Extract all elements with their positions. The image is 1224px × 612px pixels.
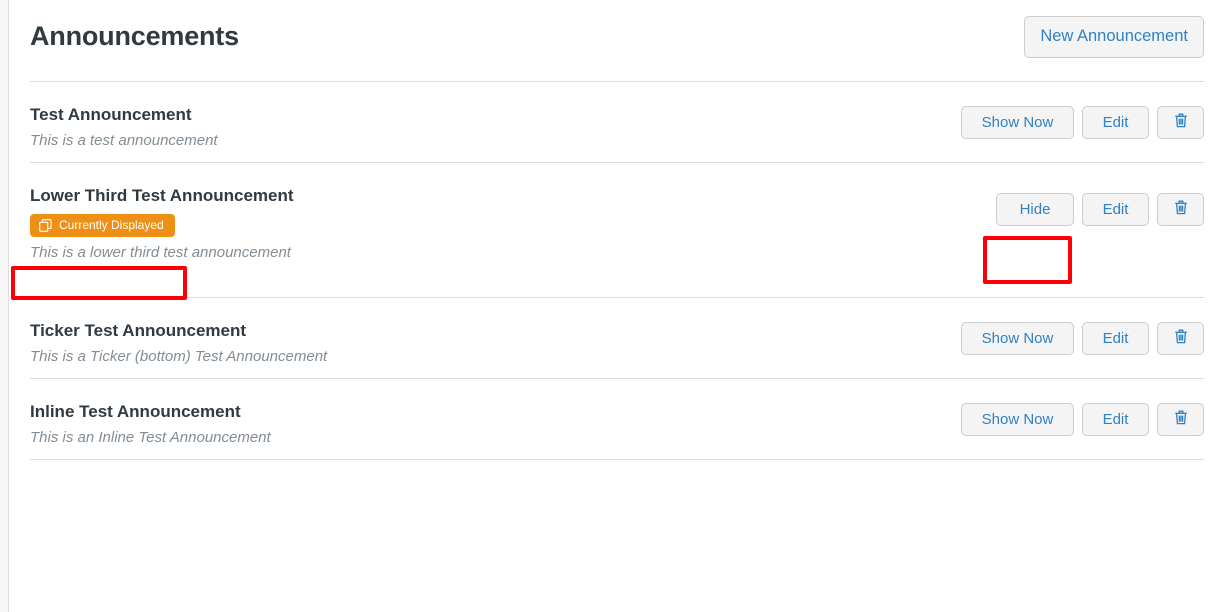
clone-icon xyxy=(39,218,52,232)
delete-button[interactable] xyxy=(1157,403,1204,436)
show-now-button[interactable]: Show Now xyxy=(961,322,1074,355)
delete-button[interactable] xyxy=(1157,193,1204,226)
announcement-actions: Hide Edit xyxy=(996,193,1204,226)
delete-button[interactable] xyxy=(1157,322,1204,355)
announcement-description: This is a Ticker (bottom) Test Announcem… xyxy=(30,347,328,365)
announcement-actions: Show Now Edit xyxy=(961,106,1204,139)
announcement-row: Inline Test Announcement This is an Inli… xyxy=(30,379,1204,460)
announcement-row: Test Announcement This is a test announc… xyxy=(30,82,1204,163)
status-badge: Currently Displayed xyxy=(30,213,175,237)
announcement-actions: Show Now Edit xyxy=(961,322,1204,355)
announcement-description: This is a test announcement xyxy=(30,131,218,149)
edit-button[interactable]: Edit xyxy=(1082,193,1149,226)
announcement-actions: Show Now Edit xyxy=(961,403,1204,436)
trash-icon xyxy=(1173,199,1189,221)
page-title: Announcements xyxy=(30,21,239,51)
new-announcement-button[interactable]: New Announcement xyxy=(1024,16,1204,58)
show-now-button[interactable]: Show Now xyxy=(961,403,1074,436)
edit-button[interactable]: Edit xyxy=(1082,403,1149,436)
page-header: Announcements New Announcement xyxy=(30,0,1204,82)
announcement-description: This is an Inline Test Announcement xyxy=(30,428,271,446)
announcement-info: Inline Test Announcement This is an Inli… xyxy=(30,379,271,446)
announcement-info: Lower Third Test Announcement Currently … xyxy=(30,163,294,261)
edit-button[interactable]: Edit xyxy=(1082,106,1149,139)
trash-icon xyxy=(1173,112,1189,134)
trash-icon xyxy=(1173,328,1189,350)
announcement-title: Test Announcement xyxy=(30,105,192,124)
status-badge-label: Currently Displayed xyxy=(59,218,164,233)
announcement-info: Test Announcement This is a test announc… xyxy=(30,82,218,149)
hide-button[interactable]: Hide xyxy=(996,193,1074,226)
delete-button[interactable] xyxy=(1157,106,1204,139)
announcement-row: Lower Third Test Announcement Currently … xyxy=(30,163,1204,298)
announcement-list: Test Announcement This is a test announc… xyxy=(30,82,1204,460)
edit-button[interactable]: Edit xyxy=(1082,322,1149,355)
announcement-title: Ticker Test Announcement xyxy=(30,321,247,340)
page-left-gutter xyxy=(0,0,9,612)
announcement-title: Inline Test Announcement xyxy=(30,402,241,421)
announcement-description: This is a lower third test announcement xyxy=(30,243,291,261)
show-now-button[interactable]: Show Now xyxy=(961,106,1074,139)
announcement-info: Ticker Test Announcement This is a Ticke… xyxy=(30,298,327,365)
trash-icon xyxy=(1173,409,1189,431)
announcement-title: Lower Third Test Announcement xyxy=(30,186,294,205)
announcements-page: Announcements New Announcement Test Anno… xyxy=(10,0,1224,612)
announcement-row: Ticker Test Announcement This is a Ticke… xyxy=(30,298,1204,379)
status-badge-wrap: Currently Displayed xyxy=(30,206,175,237)
